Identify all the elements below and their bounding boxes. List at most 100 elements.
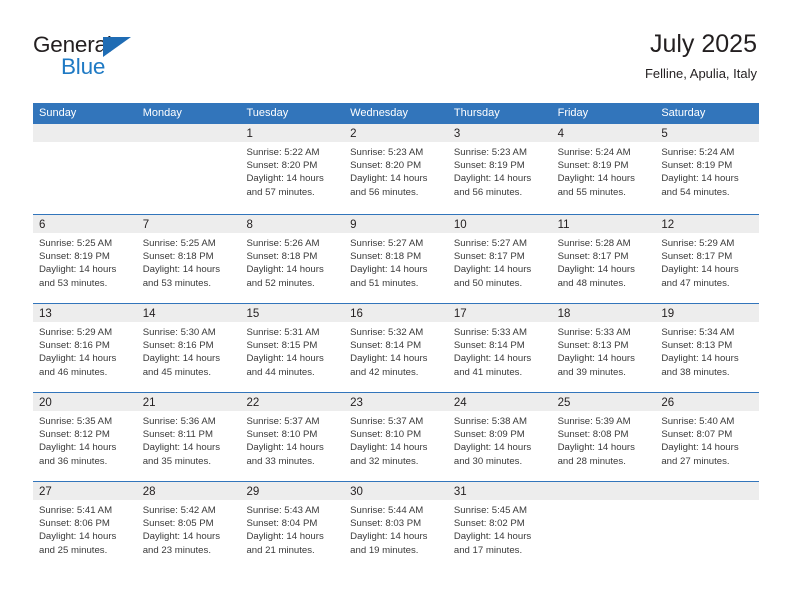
daylight-text: Daylight: 14 hours: [453, 531, 532, 543]
day-number: 5: [661, 128, 668, 140]
day-number-strip: 18: [551, 304, 656, 322]
day-cell-6[interactable]: 6 Sunrise: 5:25 AM Sunset: 8:19 PM Daylight…: [33, 215, 137, 303]
day-cell-15[interactable]: 15 Sunrise: 5:31 AM Sunset: 8:15 PM Dayligh…: [240, 304, 345, 392]
day-number-strip: 9: [344, 215, 448, 233]
daylight-text: and 56 minutes.: [453, 186, 523, 198]
daylight-text: Daylight: 14 hours: [350, 531, 428, 543]
day-sun-info: [137, 142, 241, 146]
sunrise-text: Sunrise: 5:29 AM: [39, 327, 113, 338]
daylight-text: and 23 minutes.: [142, 544, 211, 556]
general-blue-logo[interactable]: General Blue: [33, 33, 203, 86]
day-cell-31[interactable]: 31 Sunrise: 5:45 AM Sunset: 8:02 PM Dayligh…: [447, 482, 552, 570]
day-number-strip: [136, 124, 241, 142]
page-header: General Blue July 2025 Felline, Apulia, …: [0, 0, 792, 100]
day-cell-13[interactable]: 13 Sunrise: 5:29 AM Sunset: 8:16 PM Dayligh…: [33, 304, 137, 392]
day-cell-7[interactable]: 7 Sunrise: 5:25 AM Sunset: 8:18 PM Daylight…: [136, 215, 241, 303]
day-sun-info: [655, 500, 759, 504]
calendar-week-row: 13 Sunrise: 5:29 AM Sunset: 8:16 PM Dayligh…: [33, 303, 760, 392]
day-number-strip: 20: [33, 393, 137, 411]
daylight-text: and 54 minutes.: [661, 186, 730, 198]
day-number-strip: 16: [344, 304, 448, 322]
day-number-strip: 5: [655, 124, 760, 142]
day-cell-24[interactable]: 24 Sunrise: 5:38 AM Sunset: 8:09 PM Dayligh…: [447, 393, 552, 481]
daylight-text: Daylight: 14 hours: [557, 442, 635, 454]
sunrise-text: Sunrise: 5:42 AM: [142, 505, 216, 516]
day-cell-25[interactable]: 25 Sunrise: 5:39 AM Sunset: 8:08 PM Dayligh…: [551, 393, 656, 481]
sunrise-text: Sunrise: 5:37 AM: [350, 416, 424, 427]
day-sun-info: Sunrise: 5:35 AM Sunset: 8:12 PM Daylight:…: [33, 411, 137, 468]
day-sun-info: Sunrise: 5:37 AM Sunset: 8:10 PM Daylight:…: [240, 411, 344, 468]
day-number-strip: 2: [344, 124, 448, 142]
calendar-weeks: 1 Sunrise: 5:22 AM Sunset: 8:20 PM Daylight…: [33, 124, 760, 570]
day-cell-23[interactable]: 23 Sunrise: 5:37 AM Sunset: 8:10 PM Dayligh…: [344, 393, 448, 481]
daylight-text: Daylight: 14 hours: [142, 442, 221, 454]
day-cell-30[interactable]: 30 Sunrise: 5:44 AM Sunset: 8:03 PM Dayligh…: [344, 482, 448, 570]
day-number: 19: [661, 308, 675, 320]
day-cell-27[interactable]: 27 Sunrise: 5:41 AM Sunset: 8:06 PM Dayligh…: [33, 482, 137, 570]
daylight-text: Daylight: 14 hours: [39, 264, 117, 276]
day-sun-info: Sunrise: 5:24 AM Sunset: 8:19 PM Daylight:…: [552, 142, 656, 199]
daylight-text: and 27 minutes.: [661, 455, 730, 467]
day-cell-empty: [551, 482, 656, 570]
daylight-text: Daylight: 14 hours: [246, 531, 324, 543]
sunset-text: Sunset: 8:16 PM: [142, 340, 214, 352]
sunset-text: Sunset: 8:17 PM: [661, 251, 733, 263]
sunrise-text: Sunrise: 5:33 AM: [557, 327, 631, 338]
daylight-text: Daylight: 14 hours: [39, 442, 117, 454]
sunset-text: Sunset: 8:09 PM: [453, 429, 525, 441]
sunset-text: Sunset: 8:20 PM: [350, 160, 422, 172]
day-cell-9[interactable]: 9 Sunrise: 5:27 AM Sunset: 8:18 PM Daylight…: [344, 215, 448, 303]
day-cell-22[interactable]: 22 Sunrise: 5:37 AM Sunset: 8:10 PM Dayligh…: [240, 393, 345, 481]
day-cell-29[interactable]: 29 Sunrise: 5:43 AM Sunset: 8:04 PM Dayligh…: [240, 482, 345, 570]
day-cell-8[interactable]: 8 Sunrise: 5:26 AM Sunset: 8:18 PM Daylight…: [240, 215, 345, 303]
day-cell-11[interactable]: 11 Sunrise: 5:28 AM Sunset: 8:17 PM Dayligh…: [551, 215, 656, 303]
day-number: 18: [557, 308, 571, 320]
day-number: 11: [557, 219, 570, 231]
day-cell-12[interactable]: 12 Sunrise: 5:29 AM Sunset: 8:17 PM Dayligh…: [655, 215, 760, 303]
daylight-text: Daylight: 14 hours: [557, 353, 635, 365]
sunrise-text: Sunrise: 5:39 AM: [557, 416, 631, 427]
sunrise-text: Sunrise: 5:43 AM: [246, 505, 320, 516]
day-sun-info: Sunrise: 5:25 AM Sunset: 8:19 PM Daylight:…: [33, 233, 137, 290]
sunrise-text: Sunrise: 5:25 AM: [142, 238, 216, 249]
day-cell-14[interactable]: 14 Sunrise: 5:30 AM Sunset: 8:16 PM Dayligh…: [136, 304, 241, 392]
day-number: 26: [661, 397, 675, 409]
day-cell-5[interactable]: 5 Sunrise: 5:24 AM Sunset: 8:19 PM Daylight…: [655, 124, 760, 214]
day-cell-21[interactable]: 21 Sunrise: 5:36 AM Sunset: 8:11 PM Dayligh…: [136, 393, 241, 481]
day-number-strip: 13: [33, 304, 137, 322]
day-cell-26[interactable]: 26 Sunrise: 5:40 AM Sunset: 8:07 PM Dayligh…: [655, 393, 760, 481]
daylight-text: and 38 minutes.: [661, 366, 730, 378]
day-cell-16[interactable]: 16 Sunrise: 5:32 AM Sunset: 8:14 PM Dayligh…: [344, 304, 448, 392]
sunrise-text: Sunrise: 5:26 AM: [246, 238, 320, 249]
sunset-text: Sunset: 8:02 PM: [453, 518, 525, 530]
day-cell-19[interactable]: 19 Sunrise: 5:34 AM Sunset: 8:13 PM Dayligh…: [655, 304, 760, 392]
weekday-header-wednesday: Wednesday: [350, 107, 409, 119]
daylight-text: and 44 minutes.: [246, 366, 315, 378]
calendar-week-row: 6 Sunrise: 5:25 AM Sunset: 8:19 PM Daylight…: [33, 214, 760, 303]
day-number: 10: [453, 219, 467, 231]
sunrise-text: Sunrise: 5:27 AM: [350, 238, 424, 249]
day-number: 14: [142, 308, 156, 320]
day-cell-20[interactable]: 20 Sunrise: 5:35 AM Sunset: 8:12 PM Dayligh…: [33, 393, 137, 481]
sunset-text: Sunset: 8:17 PM: [453, 251, 525, 263]
day-cell-1[interactable]: 1 Sunrise: 5:22 AM Sunset: 8:20 PM Daylight…: [240, 124, 345, 214]
logo-text-blue: Blue: [61, 54, 106, 79]
day-cell-28[interactable]: 28 Sunrise: 5:42 AM Sunset: 8:05 PM Dayligh…: [136, 482, 241, 570]
daylight-text: Daylight: 14 hours: [246, 353, 324, 365]
day-cell-18[interactable]: 18 Sunrise: 5:33 AM Sunset: 8:13 PM Dayligh…: [551, 304, 656, 392]
daylight-text: and 46 minutes.: [39, 366, 108, 378]
day-number: 9: [350, 219, 357, 231]
day-cell-3[interactable]: 3 Sunrise: 5:23 AM Sunset: 8:19 PM Daylight…: [447, 124, 552, 214]
sunrise-text: Sunrise: 5:35 AM: [39, 416, 113, 427]
daylight-text: Daylight: 14 hours: [557, 264, 635, 276]
day-number-strip: 21: [136, 393, 241, 411]
day-cell-10[interactable]: 10 Sunrise: 5:27 AM Sunset: 8:17 PM Dayligh…: [447, 215, 552, 303]
sunrise-text: Sunrise: 5:22 AM: [246, 147, 320, 158]
day-number: 24: [453, 397, 467, 409]
day-cell-4[interactable]: 4 Sunrise: 5:24 AM Sunset: 8:19 PM Daylight…: [551, 124, 656, 214]
daylight-text: Daylight: 14 hours: [453, 442, 532, 454]
day-cell-2[interactable]: 2 Sunrise: 5:23 AM Sunset: 8:20 PM Daylight…: [344, 124, 448, 214]
day-cell-17[interactable]: 17 Sunrise: 5:33 AM Sunset: 8:14 PM Dayligh…: [447, 304, 552, 392]
day-sun-info: Sunrise: 5:43 AM Sunset: 8:04 PM Daylight:…: [240, 500, 344, 557]
daylight-text: Daylight: 14 hours: [557, 173, 635, 185]
